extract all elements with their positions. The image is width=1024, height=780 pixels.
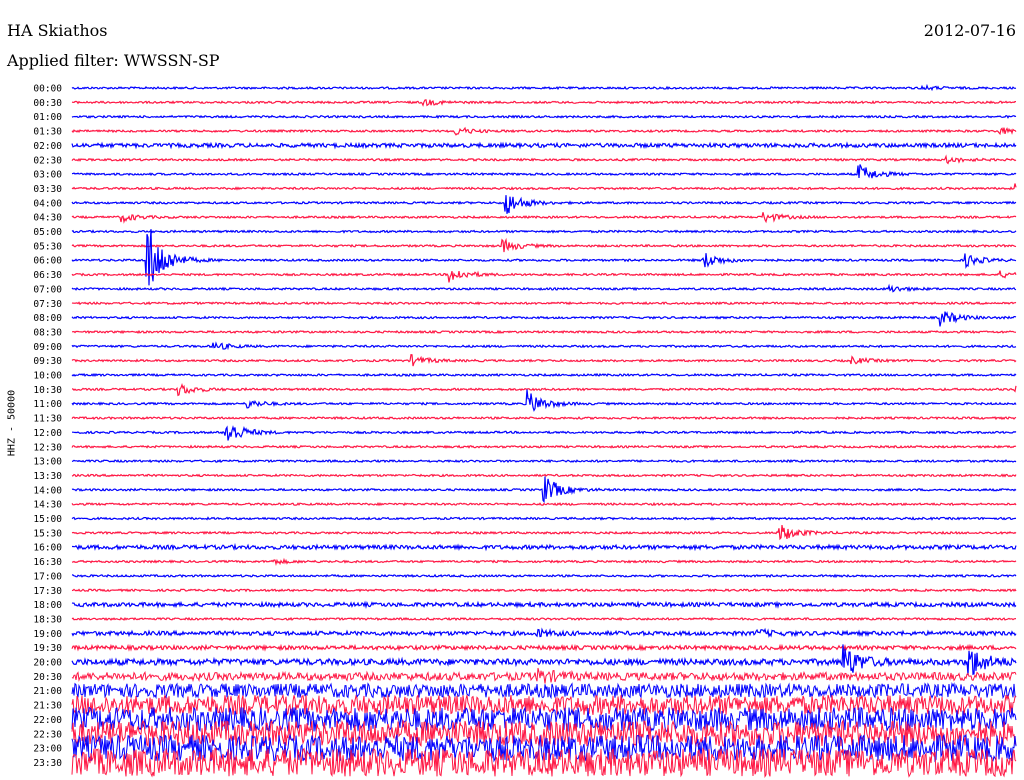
trace-line — [71, 237, 1017, 253]
trace-label: 18:00 — [33, 600, 62, 611]
trace-label: 17:30 — [33, 586, 62, 597]
trace-line — [71, 154, 1017, 165]
trace-line — [71, 573, 1017, 579]
trace-line — [71, 643, 1017, 652]
trace-line — [71, 229, 1017, 234]
trace-line — [71, 389, 1017, 412]
trace-label: 17:00 — [33, 571, 62, 582]
trace-line — [71, 600, 1017, 609]
trace-label: 14:00 — [33, 485, 62, 496]
trace-label: 01:00 — [33, 112, 62, 123]
trace-label: 09:30 — [33, 356, 62, 367]
trace-line — [71, 141, 1017, 150]
trace-label: 20:30 — [33, 672, 62, 683]
trace-line — [71, 212, 1017, 224]
trace-line — [71, 301, 1017, 306]
trace-line — [71, 372, 1017, 378]
trace-line — [71, 195, 1017, 214]
trace-label: 01:30 — [33, 127, 62, 138]
trace-label: 03:30 — [33, 184, 62, 195]
trace-line — [71, 383, 1017, 397]
trace-line — [71, 114, 1017, 119]
trace-label: 21:30 — [33, 701, 62, 712]
trace-line — [71, 311, 1017, 327]
trace-line — [71, 501, 1017, 507]
trace-label: 02:30 — [33, 155, 62, 166]
trace-line — [71, 164, 1017, 179]
trace-label: 20:00 — [33, 658, 62, 669]
trace-line — [71, 229, 1017, 286]
trace-label: 04:00 — [33, 198, 62, 209]
trace-label: 10:00 — [33, 371, 62, 382]
trace-label: 18:30 — [33, 614, 62, 625]
trace-label: 14:30 — [33, 500, 62, 511]
trace-line — [71, 557, 1017, 566]
trace-line — [71, 667, 1017, 684]
trace-line — [71, 126, 1017, 136]
trace-line — [71, 616, 1017, 622]
trace-label: 00:00 — [33, 84, 62, 95]
trace-label: 12:30 — [33, 442, 62, 453]
trace-line — [71, 525, 1017, 541]
trace-label: 19:30 — [33, 643, 62, 654]
trace-label: 21:00 — [33, 686, 62, 697]
trace-label: 13:00 — [33, 457, 62, 468]
trace-line — [71, 99, 1016, 107]
trace-line — [71, 476, 1017, 504]
trace-label: 04:30 — [33, 213, 62, 224]
trace-line — [71, 415, 1017, 421]
trace-label: 10:30 — [33, 385, 62, 396]
trace-line — [71, 283, 1017, 293]
trace-line — [71, 341, 1017, 351]
seismic-traces — [71, 83, 1017, 778]
trace-line — [71, 444, 1017, 449]
trace-label: 09:00 — [33, 342, 62, 353]
trace-label: 05:00 — [33, 227, 62, 238]
trace-label: 07:30 — [33, 299, 62, 310]
trace-line — [71, 183, 1017, 191]
trace-line — [71, 329, 1017, 335]
trace-label: 16:00 — [33, 543, 62, 554]
trace-label: 06:30 — [33, 270, 62, 281]
trace-label: 07:00 — [33, 284, 62, 295]
trace-line — [71, 270, 1017, 283]
trace-label: 22:00 — [33, 715, 62, 726]
trace-line — [71, 473, 1017, 478]
trace-line — [72, 425, 1017, 441]
trace-line — [71, 627, 1017, 638]
trace-label: 11:00 — [33, 399, 62, 410]
helicorder-plot: 00:00 00:30 01:00 01:30 02:00 02:30 03:00 03:30… — [33, 83, 1017, 778]
trace-labels: 00:00 00:30 01:00 01:30 02:00 02:30 03:00 03:30… — [33, 84, 62, 769]
trace-label: 23:30 — [33, 758, 62, 769]
trace-label: 12:00 — [33, 428, 62, 439]
trace-line — [71, 83, 1017, 92]
trace-line — [71, 747, 1017, 778]
trace-label: 13:30 — [33, 471, 62, 482]
trace-label: 23:00 — [33, 744, 62, 755]
trace-label: 08:00 — [33, 313, 62, 324]
trace-label: 22:30 — [33, 729, 62, 740]
trace-label: 16:30 — [33, 557, 62, 568]
trace-label: 15:30 — [33, 528, 62, 539]
trace-line — [72, 542, 1017, 552]
trace-label: 05:30 — [33, 241, 62, 252]
trace-label: 15:00 — [33, 514, 62, 525]
trace-line — [71, 459, 1017, 464]
trace-line — [71, 682, 1017, 700]
trace-label: 03:00 — [33, 170, 62, 181]
trace-line — [71, 516, 1017, 521]
trace-line — [71, 588, 1017, 593]
trace-label: 19:00 — [33, 629, 62, 640]
trace-label: 06:00 — [33, 256, 62, 267]
trace-label: 00:30 — [33, 98, 62, 109]
trace-line — [71, 354, 1017, 367]
trace-label: 11:30 — [33, 414, 62, 425]
trace-label: 02:00 — [33, 141, 62, 152]
trace-label: 08:30 — [33, 327, 62, 338]
